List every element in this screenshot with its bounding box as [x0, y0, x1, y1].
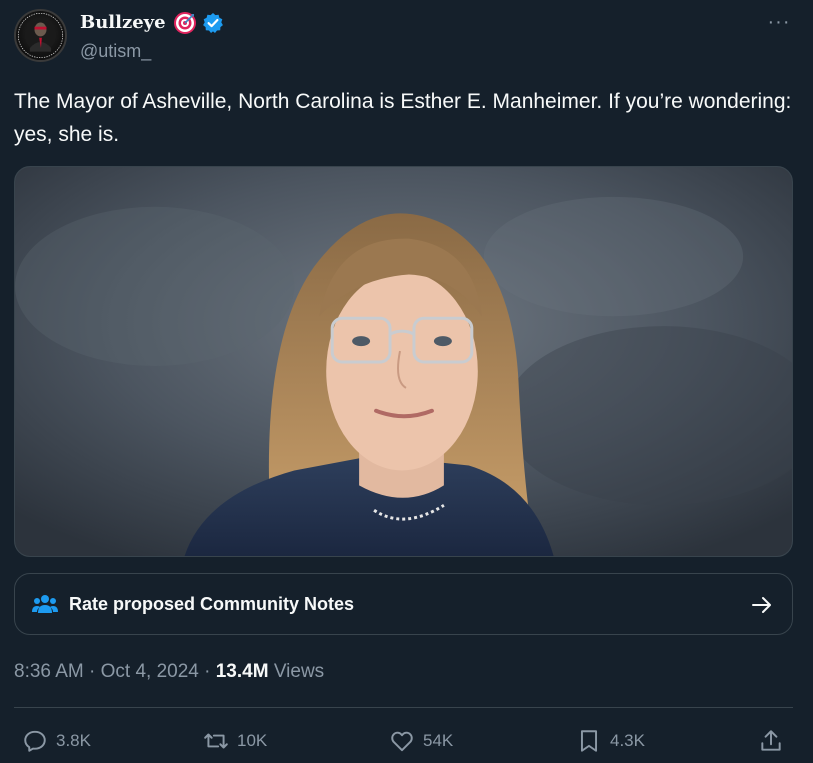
like-button[interactable]: 54K — [389, 726, 453, 756]
reply-count: 3.8K — [56, 731, 91, 750]
avatar[interactable] — [14, 9, 67, 62]
divider — [14, 707, 793, 708]
more-options-icon[interactable]: ··· — [763, 10, 795, 34]
views-count[interactable]: 13.4M — [216, 661, 269, 682]
community-notes-label: Rate proposed Community Notes — [69, 594, 355, 614]
meta-separator: · — [83, 661, 101, 682]
tweet-date[interactable]: Oct 4, 2024 — [101, 661, 199, 682]
share-button[interactable] — [758, 726, 784, 756]
avatar-image — [17, 12, 64, 59]
share-icon — [761, 730, 781, 751]
meta-separator: · — [198, 661, 216, 682]
community-notes-button[interactable]: Rate proposed Community Notes — [14, 573, 793, 635]
like-count: 54K — [423, 731, 454, 750]
direct-hit-target-emoji — [174, 12, 196, 34]
arrow-right-icon — [752, 597, 771, 613]
tweet-time[interactable]: 8:36 AM — [14, 661, 84, 682]
verified-badge-icon[interactable] — [202, 12, 224, 34]
reply-icon — [24, 730, 46, 752]
bookmark-count: 4.3K — [610, 731, 645, 750]
people-icon — [32, 595, 58, 613]
views-label: Views — [268, 661, 325, 682]
retweet-button[interactable]: 10K — [203, 726, 267, 756]
tweet-photo[interactable] — [14, 166, 793, 557]
bookmark-button[interactable]: 4.3K — [576, 726, 645, 756]
tweet-text: The Mayor of Asheville, North Carolina i… — [14, 90, 792, 146]
bookmark-icon — [580, 730, 598, 752]
tweet-metadata: 8:36 AM · Oct 4, 2024 · 13.4M Views — [14, 660, 324, 684]
tweet-card: Bullzeye @utism_ ··· The Mayor of Ashevi… — [0, 0, 813, 763]
heart-icon — [391, 731, 413, 752]
reply-button[interactable]: 3.8K — [22, 726, 91, 756]
portrait-photo — [15, 167, 792, 556]
display-name[interactable]: Bullzeye — [80, 11, 166, 35]
user-handle[interactable]: @utism_ — [80, 40, 151, 62]
retweet-icon — [204, 733, 228, 749]
retweet-count: 10K — [237, 731, 268, 750]
